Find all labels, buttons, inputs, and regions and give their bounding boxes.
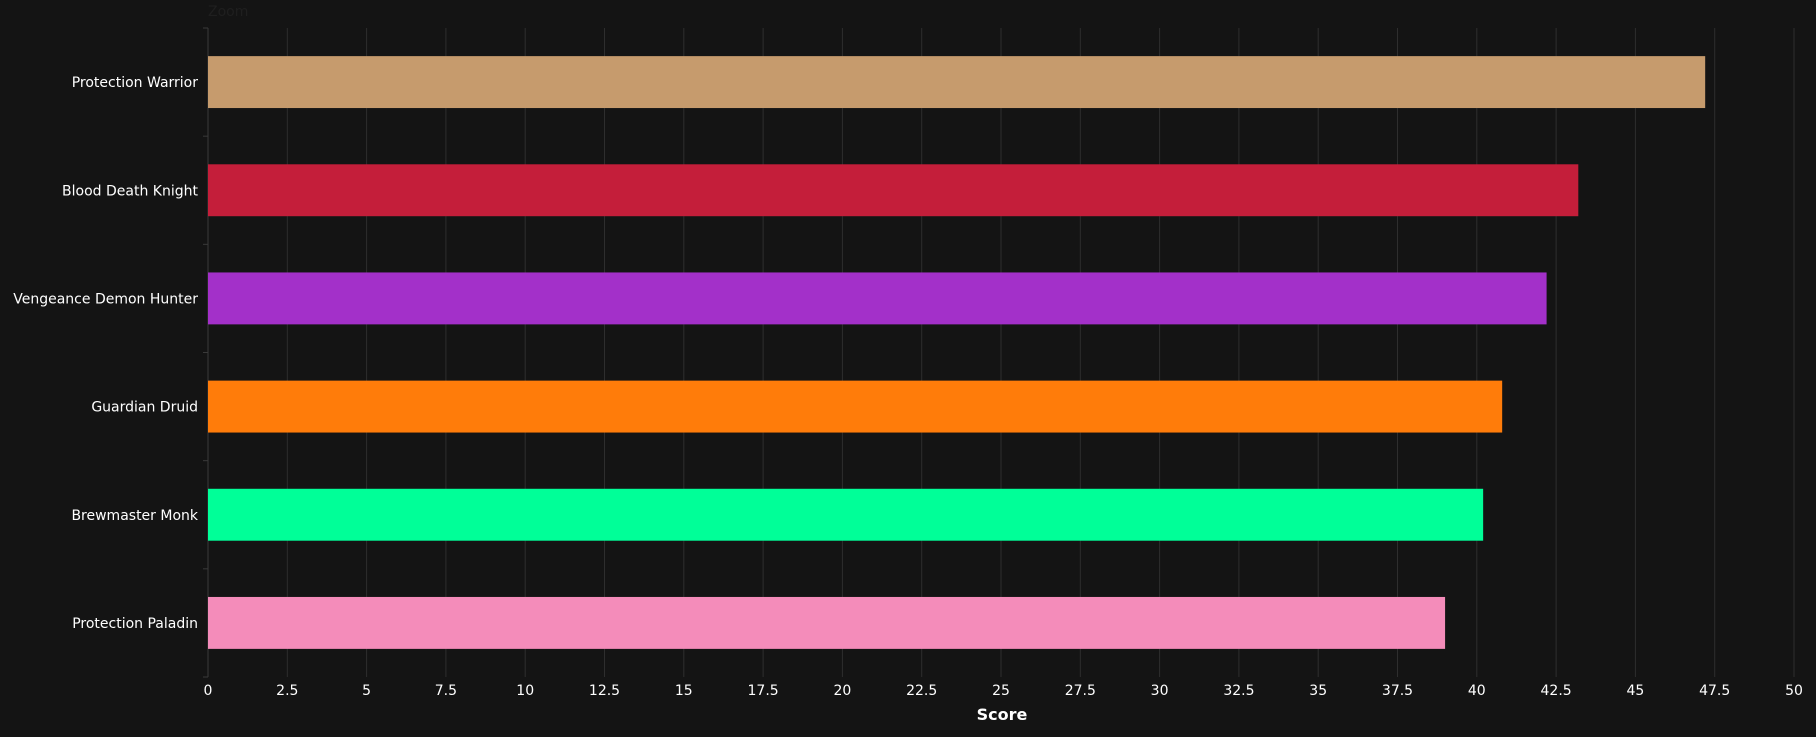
bar-brewmaster-monk[interactable] — [208, 488, 1484, 541]
x-tick-label: 47.5 — [1699, 683, 1730, 699]
x-tick-label: 40 — [1468, 683, 1486, 699]
x-tick-label: 10 — [516, 683, 534, 699]
x-tick-label: 17.5 — [748, 683, 779, 699]
x-tick-label: 25 — [992, 683, 1010, 699]
category-label: Protection Warrior — [72, 75, 199, 91]
x-tick-label: 15 — [675, 683, 693, 699]
bar-protection-warrior[interactable] — [208, 56, 1706, 109]
x-tick-labels: 0 2.5 5 7.5 10 12.5 15 17.5 20 22.5 25 27.5 30 32.5 35… — [204, 683, 1803, 699]
x-tick-label: 30 — [1151, 683, 1169, 699]
bars — [208, 56, 1706, 649]
category-label: Brewmaster Monk — [71, 508, 198, 524]
category-label: Blood Death Knight — [62, 183, 198, 199]
x-tick-label: 32.5 — [1223, 683, 1254, 699]
bar-guardian-druid[interactable] — [208, 380, 1503, 433]
x-tick-label: 5 — [362, 683, 371, 699]
x-tick-label: 20 — [833, 683, 851, 699]
x-axis-title: Score — [977, 705, 1028, 724]
x-tick-label: 45 — [1626, 683, 1644, 699]
bar-vengeance-demon-hunter[interactable] — [208, 272, 1547, 325]
category-labels: Protection Warrior Blood Death Knight Veng… — [13, 75, 199, 632]
bar-chart: Zoom Protection Warrior Blood Death Knigh… — [13, 4, 1803, 724]
x-tick-label: 22.5 — [906, 683, 937, 699]
bar-protection-paladin[interactable] — [208, 596, 1446, 649]
x-tick-label: 50 — [1785, 683, 1803, 699]
zoom-button[interactable]: Zoom — [208, 4, 248, 20]
x-tick-label: 7.5 — [435, 683, 457, 699]
grid-lines — [203, 27, 1795, 678]
bar-blood-death-knight[interactable] — [208, 164, 1579, 217]
x-tick-label: 12.5 — [589, 683, 620, 699]
category-label: Vengeance Demon Hunter — [13, 291, 198, 307]
x-tick-label: 0 — [204, 683, 213, 699]
x-tick-label: 27.5 — [1065, 683, 1096, 699]
category-label: Protection Paladin — [72, 616, 198, 632]
x-tick-label: 37.5 — [1382, 683, 1413, 699]
x-tick-label: 42.5 — [1541, 683, 1572, 699]
category-label: Guardian Druid — [91, 400, 198, 416]
x-tick-label: 2.5 — [276, 683, 298, 699]
x-tick-label: 35 — [1309, 683, 1327, 699]
